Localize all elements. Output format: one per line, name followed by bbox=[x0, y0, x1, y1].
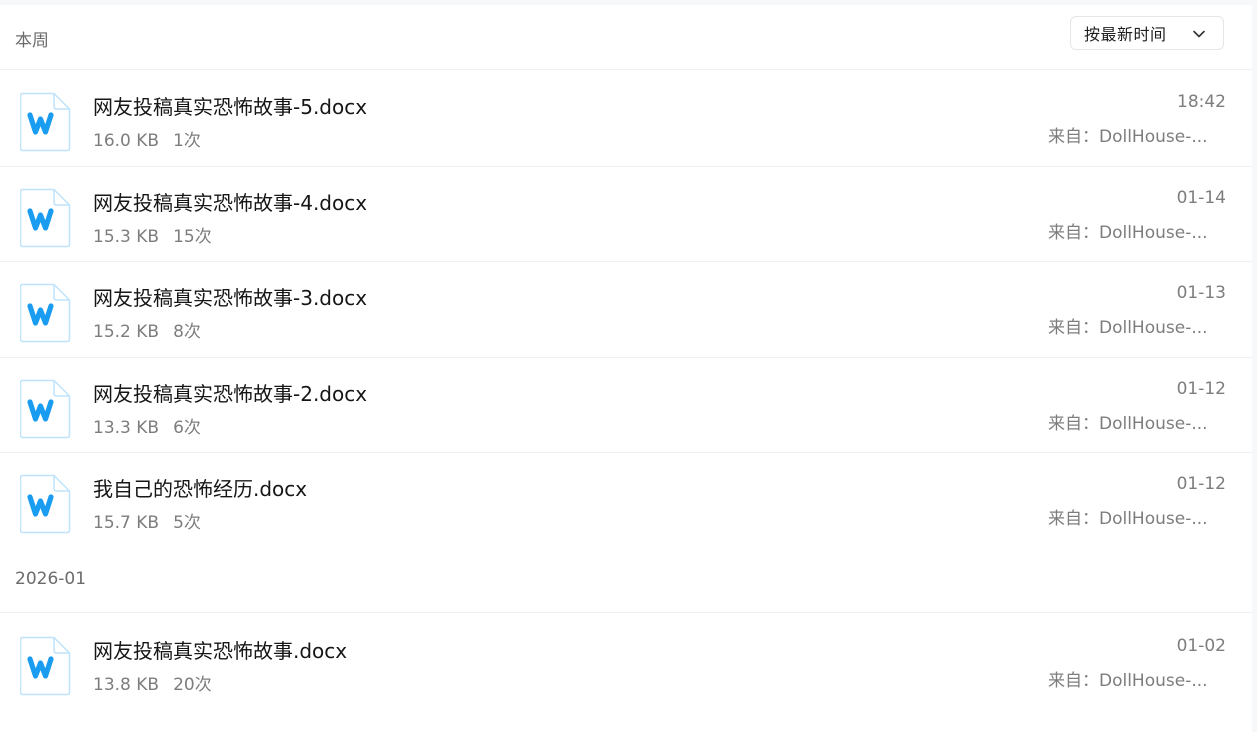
file-time: 01-12 bbox=[1176, 379, 1226, 399]
file-name: 网友投稿真实恐怖故事-3.docx bbox=[93, 286, 368, 310]
file-time: 01-12 bbox=[1176, 474, 1226, 494]
word-doc-icon bbox=[20, 283, 71, 343]
file-name: 网友投稿真实恐怖故事.docx bbox=[93, 639, 348, 663]
file-meta: 15.3 KB 15次 bbox=[93, 222, 212, 247]
word-doc-icon bbox=[20, 474, 71, 534]
file-source: 来自：DollHouse-... bbox=[1048, 223, 1208, 243]
sort-dropdown[interactable]: 按最新时间 bbox=[1070, 16, 1224, 50]
section-header-month: 2026-01 bbox=[15, 569, 87, 589]
file-row[interactable]: 网友投稿真实恐怖故事-5.docx 16.0 KB 1次 18:42 来自：Dol… bbox=[0, 70, 1252, 165]
file-source: 来自：DollHouse-... bbox=[1048, 509, 1208, 529]
view-count: 6次 bbox=[173, 418, 201, 438]
file-source: 来自：DollHouse-... bbox=[1048, 127, 1208, 147]
file-size: 15.3 KB bbox=[93, 227, 160, 247]
word-doc-icon bbox=[20, 379, 71, 439]
file-row[interactable]: 网友投稿真实恐怖故事.docx 13.8 KB 20次 01-02 来自：Doll… bbox=[0, 614, 1252, 709]
file-name: 网友投稿真实恐怖故事-5.docx bbox=[93, 95, 368, 119]
file-time: 01-14 bbox=[1176, 188, 1226, 208]
file-meta: 15.7 KB 5次 bbox=[93, 508, 201, 533]
word-doc-icon bbox=[20, 636, 71, 696]
file-time: 01-13 bbox=[1176, 283, 1226, 303]
file-name: 网友投稿真实恐怖故事-4.docx bbox=[93, 191, 368, 215]
file-time: 01-02 bbox=[1176, 636, 1226, 656]
word-doc-icon bbox=[20, 188, 71, 248]
view-count: 20次 bbox=[173, 675, 212, 695]
file-meta: 13.8 KB 20次 bbox=[93, 670, 212, 695]
file-name: 网友投稿真实恐怖故事-2.docx bbox=[93, 382, 368, 406]
view-count: 1次 bbox=[173, 131, 201, 151]
file-time: 18:42 bbox=[1177, 92, 1226, 112]
file-row[interactable]: 网友投稿真实恐怖故事-4.docx 15.3 KB 15次 01-14 来自：Do… bbox=[0, 166, 1252, 261]
scroll-gutter bbox=[1252, 0, 1257, 732]
file-meta: 15.2 KB 8次 bbox=[93, 317, 201, 342]
file-source: 来自：DollHouse-... bbox=[1048, 318, 1208, 338]
file-meta: 13.3 KB 6次 bbox=[93, 413, 201, 438]
file-size: 15.2 KB bbox=[93, 322, 160, 342]
file-size: 15.7 KB bbox=[93, 513, 160, 533]
file-row[interactable]: 网友投稿真实恐怖故事-3.docx 15.2 KB 8次 01-13 来自：Dol… bbox=[0, 261, 1252, 356]
word-doc-icon bbox=[20, 92, 71, 152]
view-count: 15次 bbox=[173, 227, 212, 247]
file-source: 来自：DollHouse-... bbox=[1048, 414, 1208, 434]
file-size: 16.0 KB bbox=[93, 131, 160, 151]
file-size: 13.3 KB bbox=[93, 418, 160, 438]
view-count: 5次 bbox=[173, 513, 201, 533]
chevron-down-icon bbox=[1193, 30, 1205, 38]
file-size: 13.8 KB bbox=[93, 675, 160, 695]
view-count: 8次 bbox=[173, 322, 201, 342]
sort-dropdown-label: 按最新时间 bbox=[1084, 25, 1167, 44]
divider bbox=[0, 612, 1252, 613]
file-source: 来自：DollHouse-... bbox=[1048, 671, 1208, 691]
section-header-this-week: 本周 bbox=[15, 31, 49, 51]
file-row[interactable]: 网友投稿真实恐怖故事-2.docx 13.3 KB 6次 01-12 来自：Dol… bbox=[0, 357, 1252, 452]
file-row[interactable]: 我自己的恐怖经历.docx 15.7 KB 5次 01-12 来自：DollHou… bbox=[0, 452, 1252, 547]
file-meta: 16.0 KB 1次 bbox=[93, 126, 201, 151]
file-name: 我自己的恐怖经历.docx bbox=[93, 477, 308, 501]
